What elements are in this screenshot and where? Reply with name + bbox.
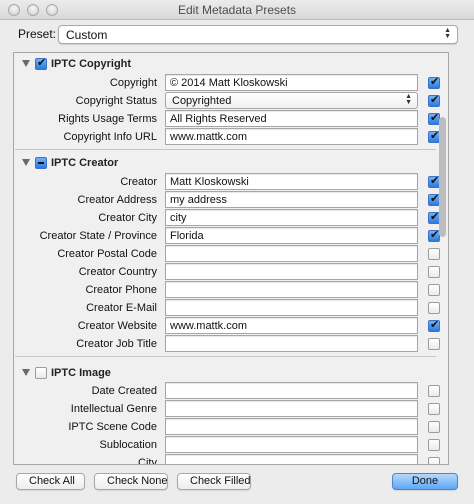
creator-field[interactable]: Matt Kloskowski xyxy=(165,173,418,190)
field-label: Intellectual Genre xyxy=(70,403,157,415)
field-row-intellectual-genre: Intellectual Genre xyxy=(14,400,440,418)
check-none-button[interactable]: Check None xyxy=(94,473,168,490)
field-label: Creator xyxy=(120,176,157,188)
field-row-creator-country: Creator Country xyxy=(14,263,440,281)
field-row-city: City xyxy=(14,454,440,465)
field-label: Creator Country xyxy=(78,266,157,278)
vertical-scrollbar[interactable] xyxy=(438,55,447,464)
field-row-date-created: Date Created xyxy=(14,382,440,400)
preset-label: Preset: xyxy=(18,27,57,41)
section-divider xyxy=(15,149,436,150)
city-field[interactable] xyxy=(165,454,418,464)
field-label: Date Created xyxy=(91,385,157,397)
field-label: Copyright xyxy=(109,77,157,89)
section-header-iptc-copyright[interactable]: IPTC Copyright xyxy=(14,56,131,73)
creator-job-title-field[interactable] xyxy=(165,335,418,352)
edit-metadata-presets-window: Edit Metadata Presets Preset: Custom ▲ ▼ … xyxy=(0,0,474,504)
field-label: Creator E-Mail xyxy=(86,302,157,314)
field-row-creator-phone: Creator Phone xyxy=(14,281,440,299)
field-row-creator-postal-code: Creator Postal Code xyxy=(14,245,440,263)
field-label: IPTC Scene Code xyxy=(68,421,157,433)
section-header-iptc-creator[interactable]: IPTC Creator xyxy=(14,156,118,172)
field-row-copyright: Copyright © 2014 Matt Kloskowski xyxy=(14,74,440,92)
creator-phone-field[interactable] xyxy=(165,281,418,298)
scrollbar-thumb[interactable] xyxy=(439,117,446,237)
field-row-creator: Creator Matt Kloskowski xyxy=(14,173,440,191)
disclosure-triangle-icon[interactable] xyxy=(22,60,30,67)
metadata-fields-panel[interactable]: IPTC Copyright Copyright © 2014 Matt Klo… xyxy=(13,52,449,465)
copyright-status-value: Copyrighted xyxy=(172,95,232,107)
section-divider xyxy=(15,356,436,357)
field-row-creator-state: Creator State / Province Florida xyxy=(14,227,440,245)
creator-city-field[interactable]: city xyxy=(165,209,418,226)
creator-state-field[interactable]: Florida xyxy=(165,227,418,244)
creator-website-field[interactable]: www.mattk.com xyxy=(165,317,418,334)
field-row-creator-website: Creator Website www.mattk.com xyxy=(14,317,440,335)
field-label: Creator City xyxy=(98,212,157,224)
done-button[interactable]: Done xyxy=(392,473,458,490)
field-label: Sublocation xyxy=(99,439,158,451)
field-label: Creator State / Province xyxy=(39,230,157,242)
section-checkbox-iptc-creator[interactable] xyxy=(35,157,47,169)
field-row-copyright-info-url: Copyright Info URL www.mattk.com xyxy=(14,128,440,146)
field-row-sublocation: Sublocation xyxy=(14,436,440,454)
preset-select[interactable]: Custom ▲ ▼ xyxy=(58,25,458,44)
copyright-field[interactable]: © 2014 Matt Kloskowski xyxy=(165,74,418,91)
field-row-creator-city: Creator City city xyxy=(14,209,440,227)
field-label: Creator Address xyxy=(77,194,157,206)
field-row-creator-email: Creator E-Mail xyxy=(14,299,440,317)
rights-usage-terms-field[interactable]: All Rights Reserved xyxy=(165,110,418,127)
field-label: Creator Postal Code xyxy=(57,248,157,260)
copyright-status-select[interactable]: Copyrighted ▲ ▼ xyxy=(165,92,418,109)
field-label: Copyright Info URL xyxy=(63,131,157,143)
field-row-creator-job-title: Creator Job Title xyxy=(14,335,440,353)
section-title: IPTC Image xyxy=(51,367,111,379)
copyright-info-url-field[interactable]: www.mattk.com xyxy=(165,128,418,145)
up-down-arrows-icon: ▲ ▼ xyxy=(444,27,451,40)
section-header-iptc-image[interactable]: IPTC Image xyxy=(14,366,111,382)
check-all-button[interactable]: Check All xyxy=(16,473,85,490)
section-checkbox-iptc-copyright[interactable] xyxy=(35,56,47,70)
field-label: Creator Website xyxy=(77,320,157,332)
field-label: Rights Usage Terms xyxy=(58,113,157,125)
section-title: IPTC Copyright xyxy=(51,58,132,70)
field-row-creator-address: Creator Address my address xyxy=(14,191,440,209)
title-bar: Edit Metadata Presets xyxy=(0,0,474,20)
field-label: Copyright Status xyxy=(75,95,157,107)
section-checkbox-iptc-image[interactable] xyxy=(35,367,47,379)
field-row-rights-usage-terms: Rights Usage Terms All Rights Reserved xyxy=(14,110,440,128)
creator-email-field[interactable] xyxy=(165,299,418,316)
date-created-field[interactable] xyxy=(165,382,418,399)
creator-country-field[interactable] xyxy=(165,263,418,280)
disclosure-triangle-icon[interactable] xyxy=(22,369,30,376)
field-row-copyright-status: Copyright Status Copyrighted ▲ ▼ xyxy=(14,92,440,110)
field-label: City xyxy=(138,457,157,465)
field-row-iptc-scene-code: IPTC Scene Code xyxy=(14,418,440,436)
field-label: Creator Job Title xyxy=(76,338,157,350)
creator-postal-code-field[interactable] xyxy=(165,245,418,262)
creator-address-field[interactable]: my address xyxy=(165,191,418,208)
intellectual-genre-field[interactable] xyxy=(165,400,418,417)
sublocation-field[interactable] xyxy=(165,436,418,453)
iptc-scene-code-field[interactable] xyxy=(165,418,418,435)
disclosure-triangle-icon[interactable] xyxy=(22,159,30,166)
window-title: Edit Metadata Presets xyxy=(177,3,297,17)
field-label: Creator Phone xyxy=(85,284,157,296)
preset-select-value: Custom xyxy=(66,28,108,42)
up-down-arrows-icon: ▲ ▼ xyxy=(405,93,412,106)
check-filled-button[interactable]: Check Filled xyxy=(177,473,251,490)
section-title: IPTC Creator xyxy=(51,157,119,169)
